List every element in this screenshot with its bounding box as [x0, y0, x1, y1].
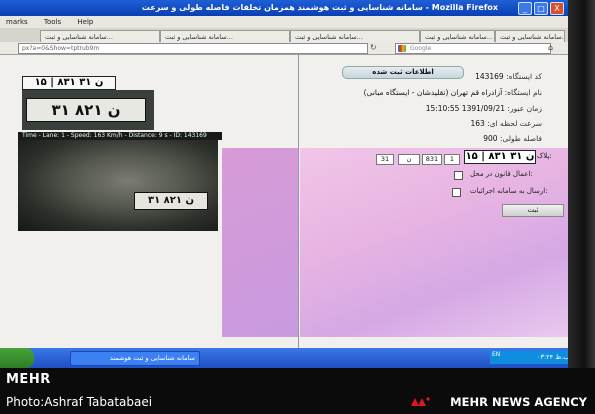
info-row-speed: سرعت لحظه ای: 163	[470, 119, 542, 128]
plate-input-1[interactable]: 1	[444, 154, 460, 165]
mehr-logo-icon	[411, 397, 430, 406]
menu-tools[interactable]: Tools	[44, 18, 61, 26]
plate-label: پلاک:	[537, 152, 552, 160]
info-row-station-code: کد ایستگاه: 143169	[475, 72, 542, 81]
plate-readout: ۱۵ | ۸۳۱ ن ۳۱	[22, 76, 116, 90]
info-row-station-name: نام ایستگاه: آزادراه قم تهران (تقلیدشان …	[363, 88, 542, 97]
tab-strip: سامانه شناسایی و ثبت... سامانه شناسایی و…	[0, 28, 568, 43]
plate-input-4[interactable]: 31	[376, 154, 394, 165]
home-icon[interactable]: ⌂	[548, 43, 553, 52]
pink-panel-left	[222, 148, 298, 337]
url-bar[interactable]: px?a=0&Show=tptrub9m	[18, 43, 368, 54]
plate-crop-text: ۳۱ ن ۸۲۱	[26, 98, 146, 122]
column-divider	[298, 55, 299, 355]
search-placeholder: Google	[410, 45, 432, 52]
checkbox-onsite[interactable]	[454, 171, 463, 180]
plate-input-2[interactable]: 831	[422, 154, 442, 165]
photo-credit: Photo:Ashraf Tabatabaei	[6, 395, 153, 409]
submit-button[interactable]: ثبت	[502, 204, 564, 217]
camera-plate-text: ۳۱ ن ۸۲۱	[134, 192, 208, 210]
maximize-button[interactable]: □	[534, 2, 548, 15]
menu-bookmarks[interactable]: marks	[6, 18, 28, 26]
info-row-pass-time: زمان عبور: 1391/09/21 15:10:55	[425, 104, 542, 113]
plate-letter-select[interactable]: ن	[398, 154, 420, 165]
reload-icon[interactable]: ↻	[370, 43, 377, 52]
window-titlebar: سامانه شناسایی و ثبت هوشمند همزمان تخلفا…	[0, 0, 568, 16]
google-icon	[398, 45, 406, 52]
clock: ۰۳:۲۴ ب.ظ	[537, 353, 568, 361]
info-heading: اطلاعات ثبت شده	[342, 66, 464, 79]
checkbox-send-label: ارسال به سامانه اجرائیات:	[470, 187, 548, 195]
taskbar: سامانه شناسایی و ثبت هوشمند ۰۳:۲۴ ب.ظ	[0, 348, 568, 368]
camera-overlay-text: Time - Lane: 1 - Speed: 163 Km/h - Dista…	[18, 132, 222, 140]
info-row-distance: فاصله طولی: 900	[483, 134, 542, 143]
camera-capture-image: ۳۱ ن ۸۲۱	[18, 140, 218, 231]
window-title: سامانه شناسایی و ثبت هوشمند همزمان تخلفا…	[141, 3, 498, 12]
brand-watermark: MEHR	[6, 372, 51, 387]
search-input[interactable]: Google	[395, 43, 551, 54]
monitor-bezel	[568, 0, 595, 368]
checkbox-send[interactable]	[452, 188, 461, 197]
agency-name: MEHR NEWS AGENCY	[450, 395, 587, 409]
system-tray: ۰۳:۲۴ ب.ظ	[490, 351, 568, 364]
menu-help[interactable]: Help	[77, 18, 93, 26]
navigation-bar: px?a=0&Show=tptrub9m ↻ Google ⌂	[0, 42, 568, 55]
minimize-button[interactable]: _	[518, 2, 532, 15]
plate-crop-image: ۳۱ ن ۸۲۱	[22, 90, 154, 130]
window-controls: _ □ X	[518, 2, 564, 15]
taskbar-item[interactable]: سامانه شناسایی و ثبت هوشمند	[70, 351, 200, 366]
plate-preview: ۱۵ | ۸۳۱ ن ۳۱	[464, 150, 536, 164]
monitor-screen: سامانه شناسایی و ثبت هوشمند همزمان تخلفا…	[0, 0, 568, 368]
language-indicator[interactable]: EN	[492, 351, 500, 358]
close-button[interactable]: X	[550, 2, 564, 15]
menu-bar: marks Tools Help	[0, 16, 568, 28]
start-button[interactable]	[0, 348, 34, 368]
checkbox-onsite-label: اعمال قانون در محل:	[470, 170, 533, 178]
